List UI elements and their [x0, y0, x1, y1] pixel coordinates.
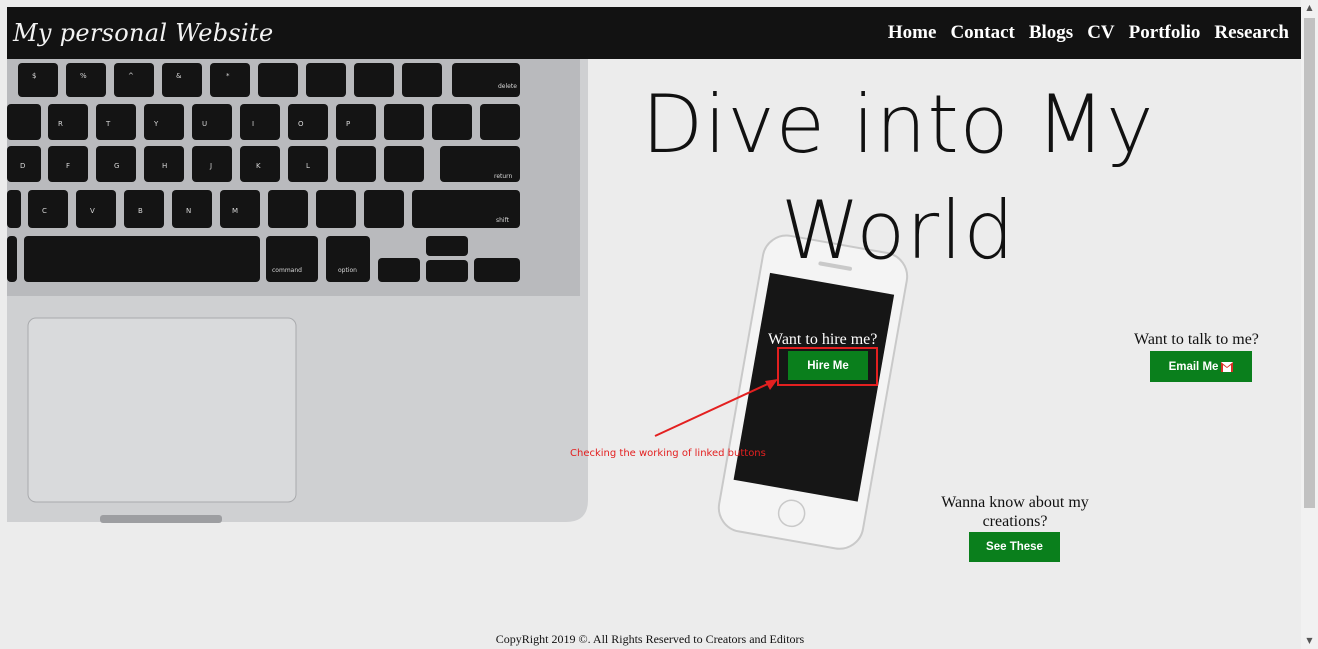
svg-text:K: K: [256, 162, 261, 170]
nav-link-contact[interactable]: Contact: [950, 22, 1014, 44]
hire-prompt: Want to hire me?: [768, 331, 878, 348]
svg-text:T: T: [105, 120, 111, 128]
svg-text:O: O: [298, 120, 304, 128]
svg-text:&: &: [176, 72, 182, 80]
svg-text:H: H: [162, 162, 167, 170]
hero-headline: Dive into My World: [641, 78, 1155, 277]
svg-text:J: J: [209, 162, 212, 170]
svg-text:F: F: [66, 162, 70, 170]
svg-text:delete: delete: [498, 83, 517, 90]
svg-text:Y: Y: [153, 120, 159, 128]
nav-link-blogs[interactable]: Blogs: [1029, 22, 1073, 44]
svg-text:G: G: [114, 162, 119, 170]
scroll-down-icon[interactable]: ▼: [1301, 633, 1318, 649]
top-navbar: My personal Website Home Contact Blogs C…: [7, 7, 1301, 59]
creations-prompt: Wanna know about my creations?: [941, 494, 1089, 530]
svg-text:*: *: [226, 72, 230, 80]
nav-link-cv[interactable]: CV: [1087, 22, 1114, 44]
see-these-button[interactable]: See These: [969, 532, 1060, 562]
svg-text:option: option: [338, 267, 357, 274]
svg-text:L: L: [306, 162, 310, 170]
scrollbar-thumb[interactable]: [1304, 18, 1315, 508]
email-me-label: Email Me: [1168, 360, 1219, 373]
svg-text:V: V: [90, 207, 95, 215]
hire-me-button[interactable]: Hire Me: [788, 351, 868, 380]
svg-text:command: command: [272, 267, 302, 274]
svg-text:D: D: [20, 162, 25, 170]
svg-text:$: $: [32, 72, 36, 80]
scroll-up-icon[interactable]: ▲: [1301, 0, 1318, 16]
nav-link-research[interactable]: Research: [1214, 22, 1289, 44]
gmail-icon: [1221, 361, 1234, 372]
site-brand[interactable]: My personal Website: [13, 19, 273, 47]
svg-text:shift: shift: [496, 217, 510, 224]
svg-text:^: ^: [128, 72, 134, 80]
nav-link-portfolio[interactable]: Portfolio: [1129, 22, 1201, 44]
svg-text:U: U: [202, 120, 207, 128]
svg-text:R: R: [58, 120, 63, 128]
svg-text:I: I: [252, 120, 254, 128]
vertical-scrollbar[interactable]: ▲ ▼: [1301, 0, 1318, 649]
talk-prompt: Want to talk to me?: [1134, 331, 1259, 348]
svg-text:B: B: [138, 207, 143, 215]
svg-text:P: P: [346, 120, 350, 128]
email-me-button[interactable]: Email Me: [1150, 351, 1252, 382]
svg-text:return: return: [494, 173, 513, 180]
footer-copyright: CopyRight 2019 ©. All Rights Reserved to…: [495, 632, 805, 646]
svg-text:M: M: [232, 207, 238, 215]
svg-text:%: %: [80, 72, 87, 80]
annotation-label: Checking the working of linked buttons: [570, 448, 766, 459]
svg-text:C: C: [42, 207, 47, 215]
nav-link-home[interactable]: Home: [888, 22, 937, 44]
nav-links: Home Contact Blogs CV Portfolio Research: [888, 22, 1289, 44]
svg-text:N: N: [186, 207, 191, 215]
